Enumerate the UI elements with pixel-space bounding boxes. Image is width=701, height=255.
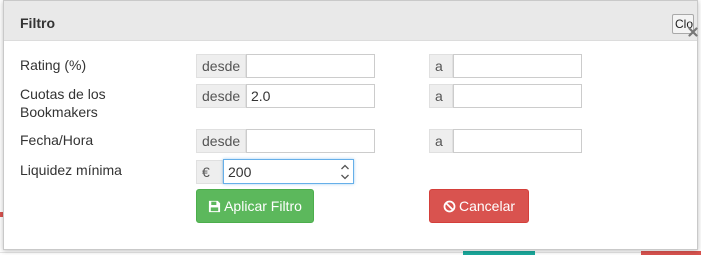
datetime-from-addon: desde bbox=[196, 129, 246, 153]
ban-icon bbox=[443, 200, 456, 213]
datetime-to-addon: a bbox=[429, 129, 453, 153]
liquidity-label: Liquidez mínima bbox=[20, 162, 122, 178]
dialog-title: Filtro bbox=[20, 15, 55, 31]
filter-dialog: Filtro Close Rating (%) desde a Cuotas d… bbox=[3, 0, 698, 250]
odds-label: Cuotas de los Bookmakers bbox=[20, 86, 106, 120]
datetime-to-input[interactable] bbox=[453, 129, 582, 153]
floppy-disk-icon bbox=[209, 200, 221, 213]
background-divider bbox=[0, 252, 701, 253]
cancel-button[interactable]: Cancelar bbox=[429, 189, 529, 223]
liquidity-input[interactable] bbox=[223, 159, 354, 184]
odds-from-input[interactable] bbox=[246, 84, 375, 108]
odds-from-addon: desde bbox=[196, 84, 246, 108]
apply-filter-button[interactable]: Aplicar Filtro bbox=[196, 189, 314, 223]
cancel-label: Cancelar bbox=[458, 198, 516, 214]
datetime-from-input[interactable] bbox=[246, 129, 375, 153]
rating-label: Rating (%) bbox=[20, 57, 87, 73]
odds-to-addon: a bbox=[429, 84, 453, 108]
rating-to-input[interactable] bbox=[453, 54, 582, 78]
rating-from-addon: desde bbox=[196, 54, 246, 78]
dialog-header: Filtro bbox=[4, 1, 697, 41]
rating-to-addon: a bbox=[429, 54, 453, 78]
background-red-bar bbox=[641, 251, 701, 255]
currency-addon: € bbox=[196, 160, 223, 184]
stepper-arrows-icon[interactable] bbox=[338, 161, 352, 183]
datetime-label: Fecha/Hora bbox=[20, 132, 94, 148]
rating-from-input[interactable] bbox=[246, 54, 375, 78]
close-x-icon[interactable] bbox=[688, 27, 698, 37]
odds-to-input[interactable] bbox=[453, 84, 582, 108]
apply-filter-label: Aplicar Filtro bbox=[224, 198, 302, 214]
background-teal-bar bbox=[463, 251, 535, 255]
